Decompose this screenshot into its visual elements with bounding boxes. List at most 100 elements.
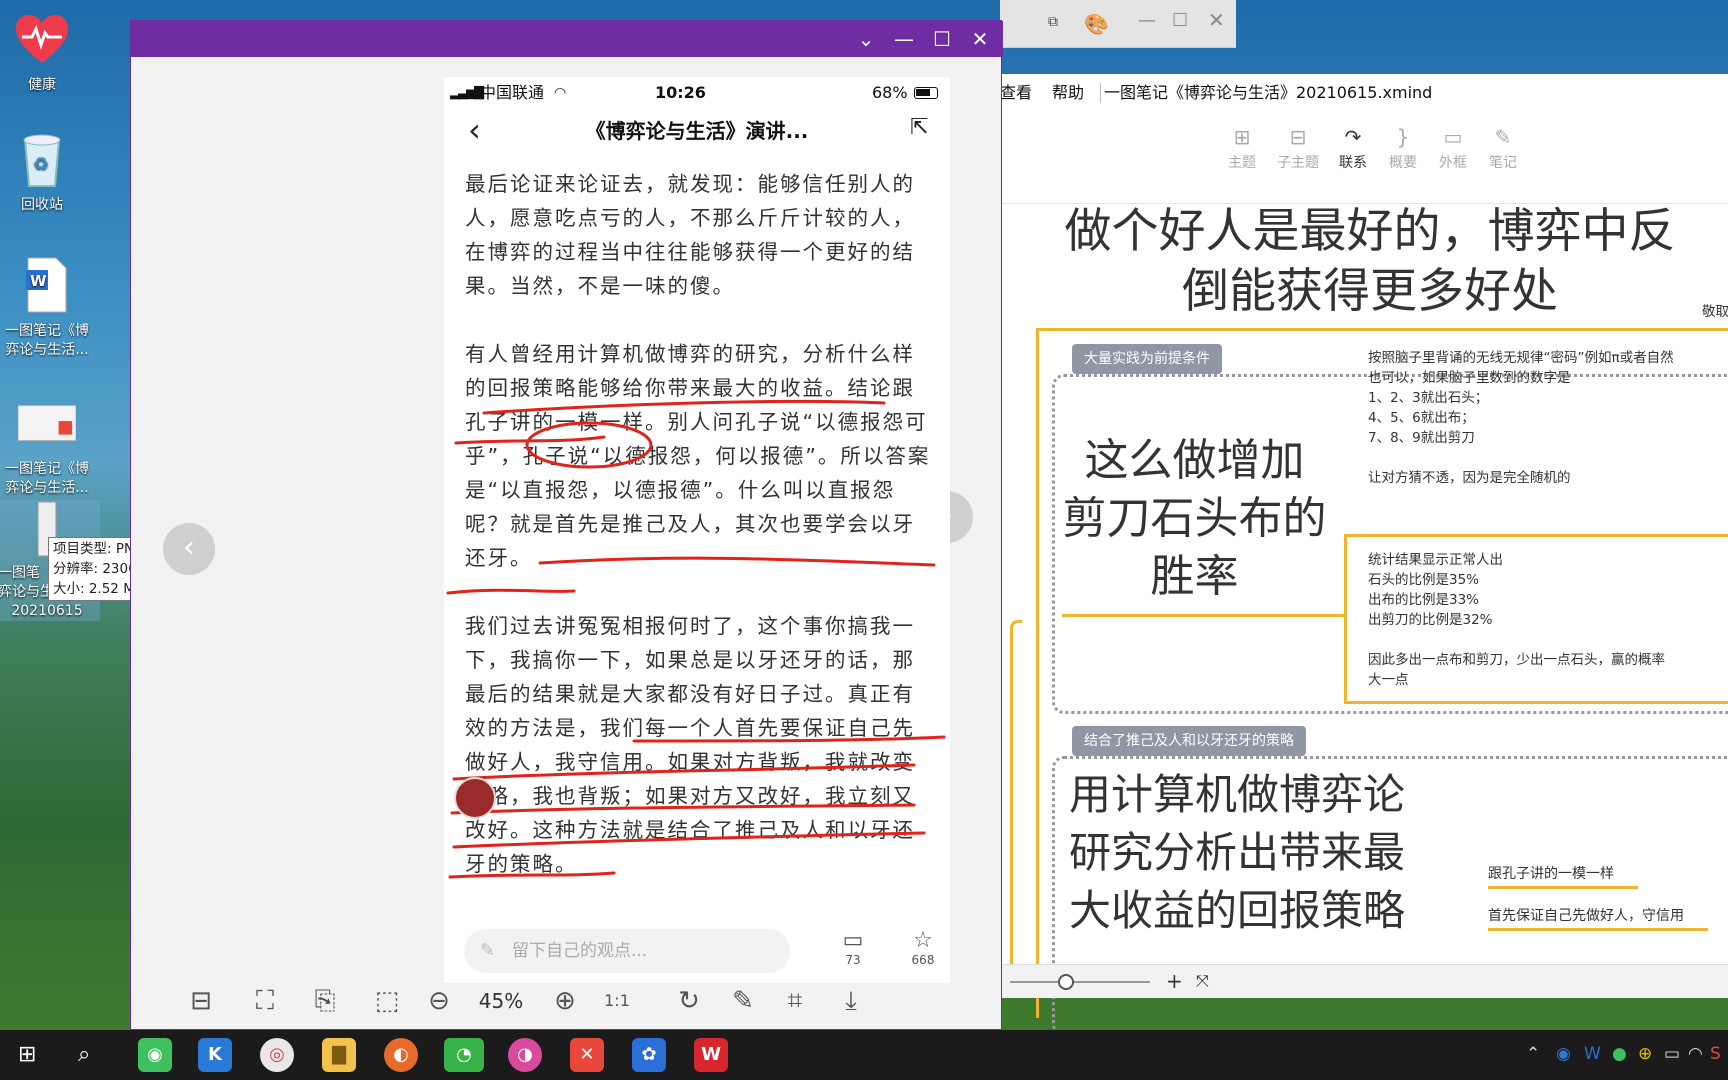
download-icon[interactable]: ⤓: [833, 983, 869, 1019]
note-line: 7、8、9就出剪刀: [1368, 430, 1475, 446]
actual-size-icon[interactable]: 1:1: [599, 983, 635, 1019]
fullscreen-icon[interactable]: ⬚: [369, 983, 405, 1019]
subtopic-1[interactable]: 跟孔子讲的一模一样: [1488, 864, 1638, 889]
prev-image-arrow-icon[interactable]: ‹: [163, 523, 215, 575]
comment-count-button[interactable]: ▭ 73: [828, 929, 878, 968]
topic-node[interactable]: 用计算机做博弈论 研究分析出带来最 大收益的回报策略: [1062, 766, 1412, 940]
topic-line: 胜率: [1150, 551, 1239, 602]
zoom-in-icon[interactable]: ⊕: [547, 983, 583, 1019]
subtopic-icon: ⊟: [1289, 125, 1307, 149]
search-icon[interactable]: ⌕: [78, 1042, 90, 1067]
rotate-icon[interactable]: ↻: [671, 983, 707, 1019]
wechat-icon[interactable]: ◔: [444, 1038, 484, 1072]
fit-window-icon[interactable]: ⛶: [247, 983, 283, 1019]
branch-line: [1062, 614, 1344, 617]
topic-line: 大收益的回报策略: [1068, 886, 1405, 935]
chevron-up-icon[interactable]: ⌃: [1526, 1044, 1540, 1064]
thumbnail-icon[interactable]: ⊟: [183, 983, 219, 1019]
pen-icon: ✎: [480, 940, 496, 961]
menu-help[interactable]: 帮助: [1052, 74, 1084, 112]
app-icon-k[interactable]: K: [198, 1038, 232, 1072]
desktop-icon-doc[interactable]: W 一图笔记《博弈论与生活...: [0, 254, 100, 360]
folder-icon[interactable]: ▇: [322, 1038, 356, 1072]
zoom-slider-handle[interactable]: [1058, 974, 1074, 990]
minimize-icon[interactable]: —: [1138, 10, 1156, 31]
colorful-app-icon[interactable]: ◐: [384, 1038, 418, 1072]
note-line: 4、5、6就出布；: [1368, 410, 1475, 426]
desktop-icon-recycle-bin[interactable]: ♻ 回收站: [0, 128, 90, 215]
zoom-slider[interactable]: [1010, 981, 1150, 983]
wps-icon[interactable]: W: [694, 1038, 728, 1072]
menu-bar: 查看 帮助 一图笔记《博弈论与生活》20210615.xmind: [1000, 74, 1728, 112]
tool-boundary[interactable]: ▭ 外框: [1428, 122, 1478, 172]
windows-start-icon[interactable]: ⊞: [18, 1042, 36, 1067]
tool-subtopic[interactable]: ⊟ 子主题: [1273, 122, 1323, 172]
tablet-icon[interactable]: ⧉: [1048, 14, 1058, 30]
xmind-statusbar: + ⤧: [1000, 964, 1728, 998]
green-tray-icon[interactable]: ●: [1612, 1044, 1627, 1064]
tool-label: 外框: [1439, 155, 1467, 171]
like-count: 668: [911, 953, 935, 967]
close-icon[interactable]: ✕: [1208, 8, 1225, 32]
desktop-icon-label: 20210615: [11, 603, 83, 619]
taskbar: ⊞ ⌕ ◉ K ◎ ▇ ◐ ◔ ◑ ✕ ✿ W ⌃ ◉ W ● ⊕ ▭ ◠ S: [0, 1030, 1728, 1080]
ime-tray-icon[interactable]: S: [1710, 1044, 1721, 1064]
tool-topic[interactable]: ⊞ 主题: [1217, 122, 1267, 172]
plus-icon[interactable]: +: [1166, 969, 1183, 993]
desktop-icon-label: 一图笔记《博弈论与生活...: [5, 323, 89, 358]
topic-node[interactable]: 这么做增加 剪刀石头布的 胜率: [1062, 432, 1327, 606]
crop-icon[interactable]: ⌗: [777, 983, 813, 1019]
tray-app-icon[interactable]: ◉: [1556, 1044, 1571, 1064]
topic-line: 用计算机做博弈论: [1068, 770, 1405, 819]
tool-label: 子主题: [1277, 155, 1319, 171]
edit-icon[interactable]: ✎: [725, 983, 761, 1019]
tool-relationship[interactable]: ↷ 联系: [1328, 122, 1378, 172]
plus-tray-icon[interactable]: ⊕: [1638, 1044, 1652, 1064]
chevron-down-icon[interactable]: ⌄: [847, 21, 885, 57]
desktop-icon-label: 回收站: [21, 197, 63, 213]
note-line: 石头的比例是35%: [1368, 572, 1480, 588]
note-line: 大一点: [1368, 672, 1409, 688]
word-tray-icon[interactable]: W: [1584, 1044, 1601, 1064]
wifi-tray-icon[interactable]: ◠: [1688, 1044, 1703, 1064]
close-icon[interactable]: ✕: [961, 21, 999, 57]
ocr-icon[interactable]: ⎘: [307, 983, 343, 1019]
phone-screenshot: ▂▃▅▇ 中国联通 ◠ 10:26 68% ‹ 《博弈论与生活》演讲... ⇱ …: [444, 77, 950, 983]
maximize-icon[interactable]: ☐: [923, 21, 961, 57]
subtopic-2[interactable]: 首先保证自己先做好人，守信用: [1488, 906, 1708, 931]
maximize-icon[interactable]: ☐: [1172, 10, 1188, 31]
boundary-label[interactable]: 结合了推己及人和以牙还牙的策略: [1072, 726, 1306, 756]
svg-text:W: W: [30, 272, 47, 290]
fit-icon[interactable]: ⤧: [1196, 971, 1209, 991]
app-icon-green[interactable]: ◉: [138, 1038, 172, 1072]
zoom-out-icon[interactable]: ⊖: [421, 983, 457, 1019]
photo-app-icon[interactable]: ◑: [508, 1038, 542, 1072]
menu-divider: [1100, 83, 1101, 103]
note-line: 因此多出一点布和剪刀，少出一点石头，赢的概率: [1368, 652, 1665, 668]
boundary-label[interactable]: 大量实践为前提条件: [1072, 344, 1222, 374]
tool-notes[interactable]: ✎ 笔记: [1478, 122, 1528, 172]
comment-input[interactable]: ✎ 留下自己的观点...: [464, 929, 790, 973]
comment-placeholder: 留下自己的观点...: [512, 941, 648, 961]
floating-audio-button[interactable]: [454, 777, 496, 819]
branch-connector: [1010, 620, 1022, 980]
xmind-window: 查看 帮助 一图笔记《博弈论与生活》20210615.xmind ⊞ 主题 ⊟ 子主…: [1000, 74, 1728, 1036]
notes-a[interactable]: 按照脑子里背诵的无线无规律“密码”例如π或者自然 也可以，如果脑子里数到的数字是 1…: [1368, 348, 1674, 488]
desktop-icon-health[interactable]: 健康: [0, 8, 90, 95]
notes-b[interactable]: 统计结果显示正常人出 石头的比例是35% 出布的比例是33% 出剪刀的比例是32% 因此…: [1368, 550, 1665, 690]
minimize-icon[interactable]: —: [885, 21, 923, 57]
battery-tray-icon[interactable]: ▭: [1664, 1044, 1680, 1064]
favorite-button[interactable]: ☆ 668: [898, 929, 948, 968]
word-document-icon: W: [18, 254, 76, 316]
background-window-titlebar: ⧉ 🎨 — ☐ ✕: [1000, 0, 1236, 48]
central-topic[interactable]: 做个好人是最好的，博弈中反 倒能获得更多好处: [1050, 202, 1690, 322]
xmind-toolbar: ⊞ 主题 ⊟ 子主题 ↷ 联系 } 概要 ▭ 外框 ✎ 笔记: [1000, 112, 1728, 204]
boundary-icon: ▭: [1443, 125, 1463, 149]
viewer-titlebar: ⌄ — ☐ ✕: [131, 21, 1003, 57]
desktop-icon-image[interactable]: 一图笔记《博弈论与生活...: [0, 392, 100, 498]
menu-view[interactable]: 查看: [1000, 74, 1032, 112]
xmind-icon[interactable]: ✕: [570, 1038, 604, 1072]
chrome-icon[interactable]: ◎: [260, 1038, 294, 1072]
media-icon[interactable]: ✿: [632, 1038, 666, 1072]
tool-summary[interactable]: } 概要: [1378, 122, 1428, 172]
